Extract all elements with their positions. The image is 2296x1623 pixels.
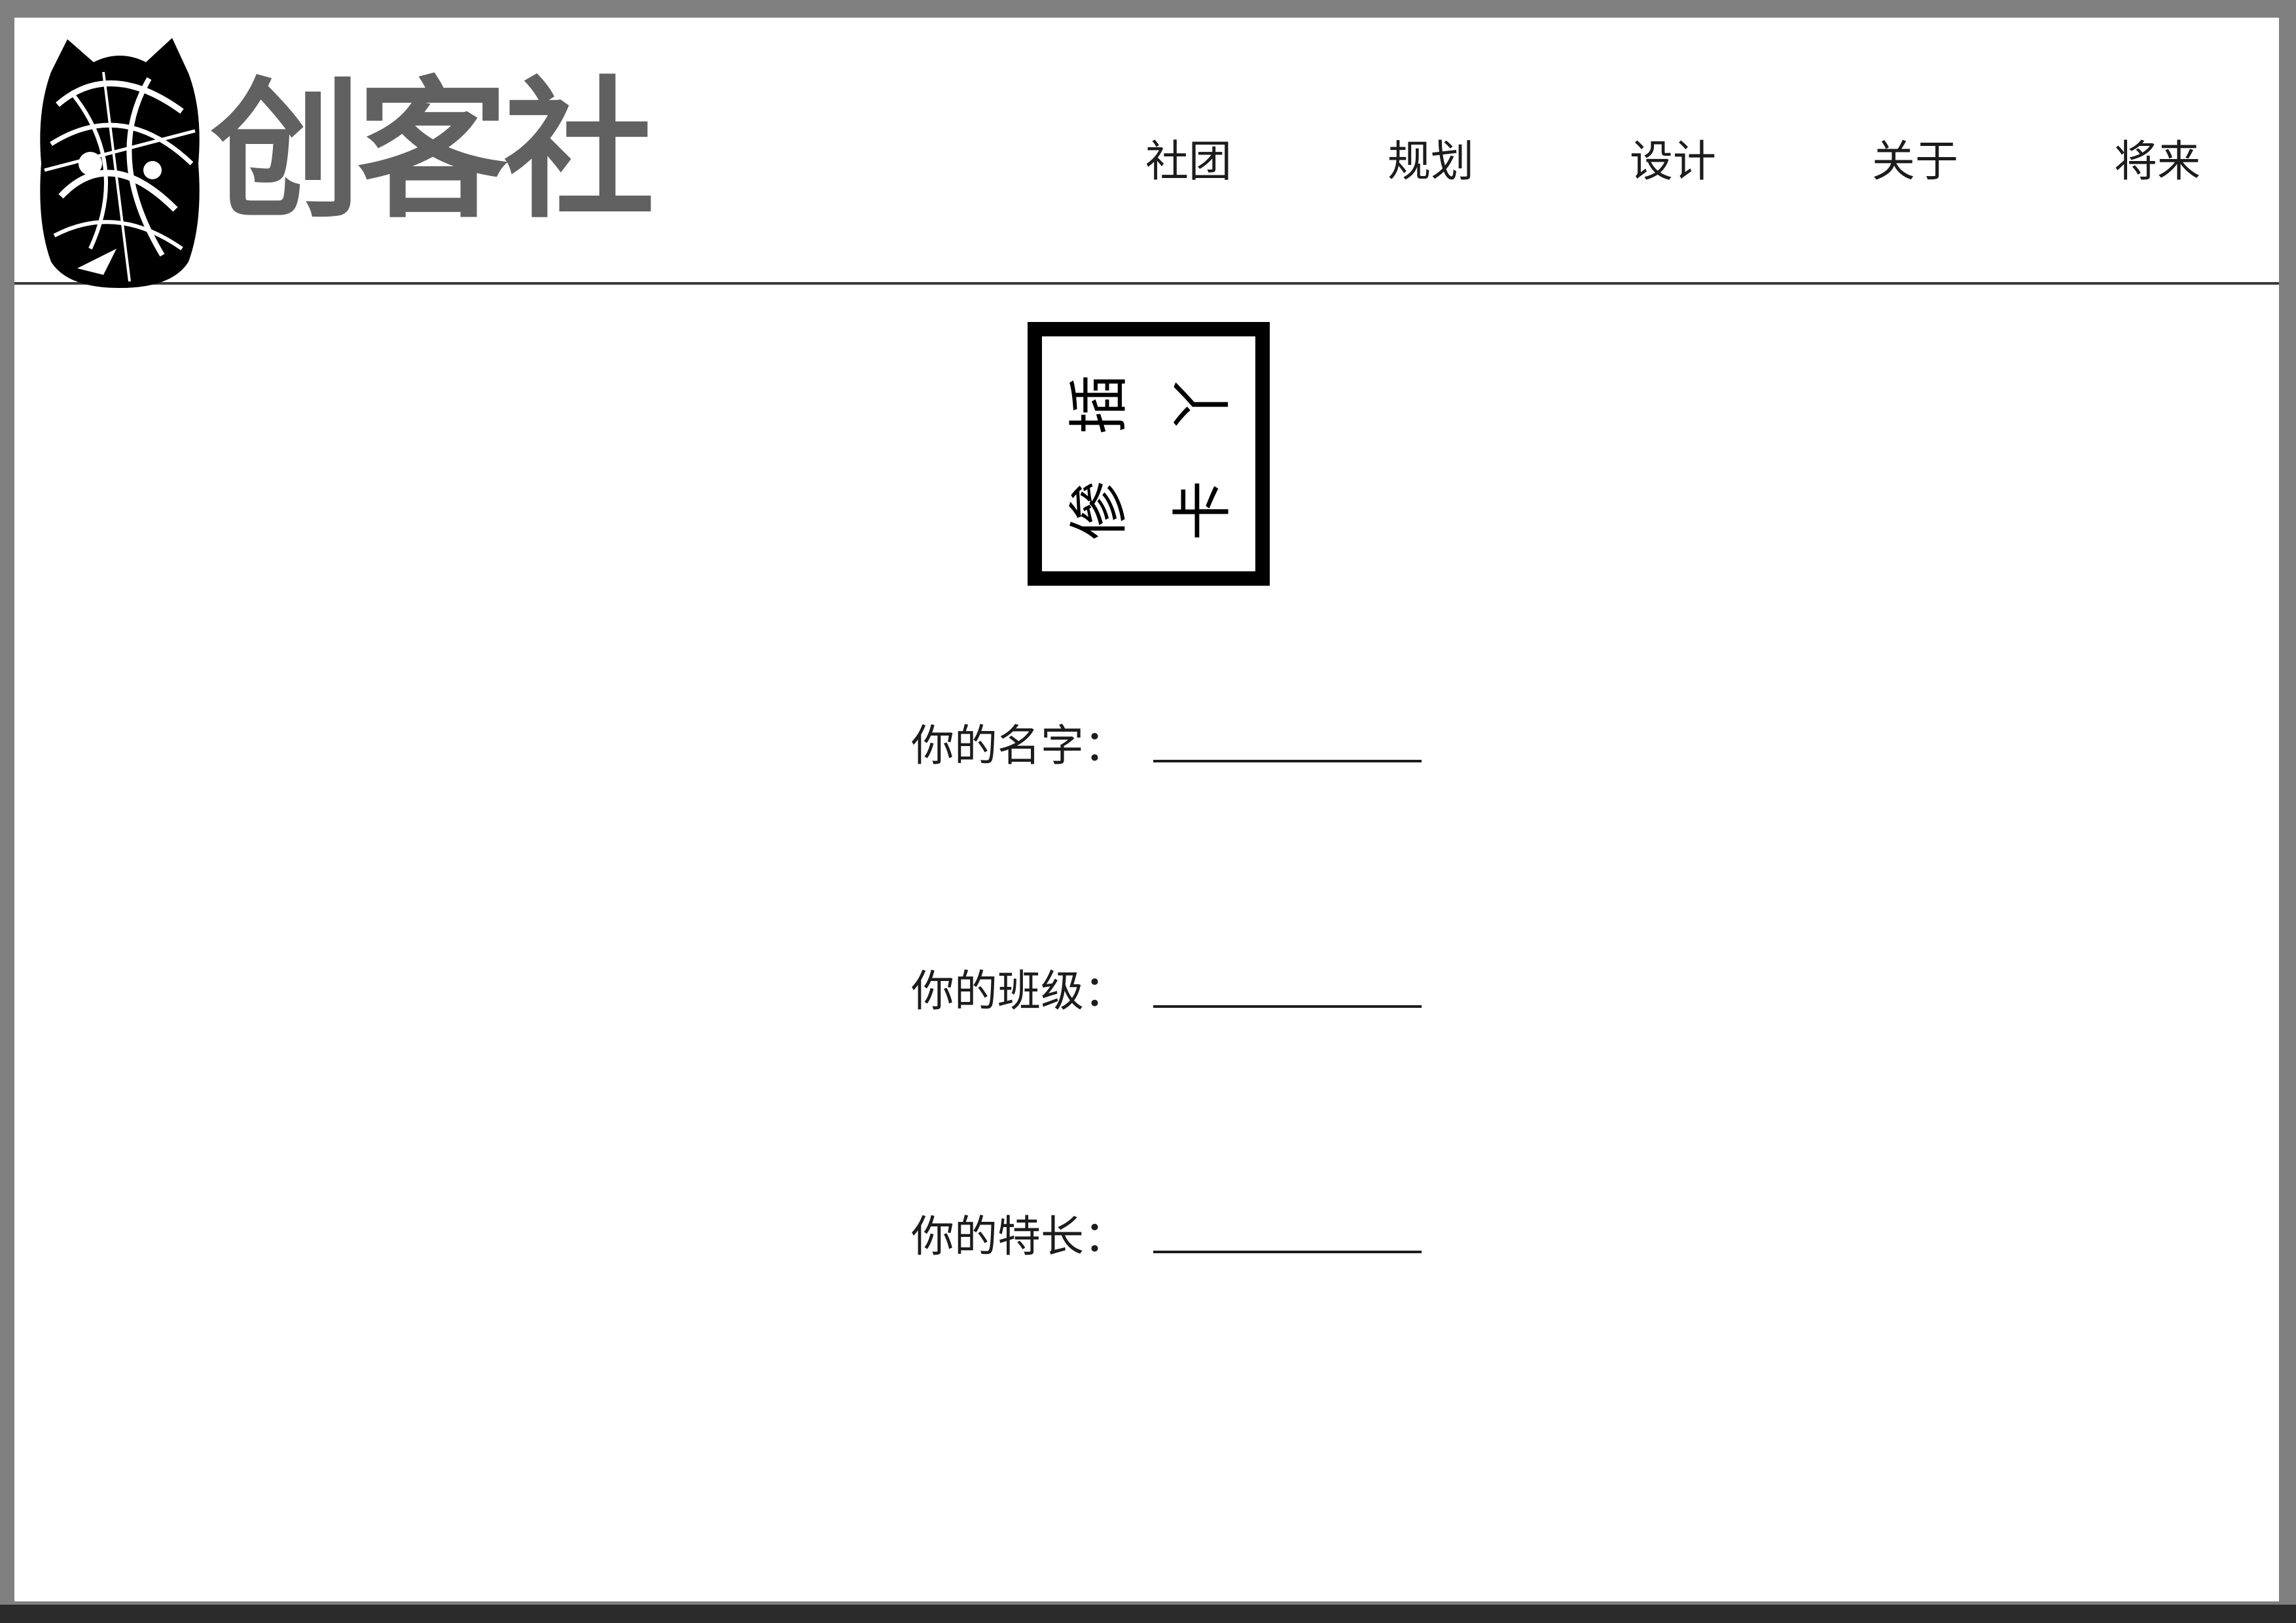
nav-item-future[interactable]: 将来: [2114, 126, 2200, 198]
window-bottom-edge: [0, 1605, 2296, 1623]
seal-char: 卡: [1168, 480, 1238, 541]
form-row-name: 你的名字：: [911, 710, 1422, 782]
main-nav: 社团 规划 设计 关于 将来: [14, 126, 2279, 198]
class-blank-field[interactable]: [1153, 955, 1422, 1008]
form-row-class: 你的班级：: [911, 955, 1422, 1027]
form-row-specialty: 你的特长：: [911, 1201, 1422, 1273]
nav-item-plan[interactable]: 规划: [1388, 126, 1474, 198]
class-label: 你的班级：: [911, 966, 1127, 1016]
page: 创客社 社团 规划 设计 关于 将来 插 丫 傪 卡 你的名字： 你的班级： 你…: [14, 18, 2279, 1601]
seal-stamp: 插 丫 傪 卡: [1028, 322, 1270, 586]
nav-item-about[interactable]: 关于: [1872, 126, 1958, 198]
seal-char: 插: [1064, 374, 1135, 435]
nav-item-design[interactable]: 设计: [1630, 126, 1716, 198]
name-blank-field[interactable]: [1153, 710, 1422, 762]
name-label: 你的名字：: [911, 721, 1127, 771]
seal-char: 丫: [1168, 374, 1238, 435]
specialty-blank-field[interactable]: [1153, 1201, 1422, 1253]
nav-item-club[interactable]: 社团: [1145, 126, 1232, 198]
site-header: 创客社 社团 规划 设计 关于 将来: [14, 18, 2279, 288]
seal-char: 傪: [1064, 480, 1135, 541]
specialty-label: 你的特长：: [911, 1211, 1127, 1262]
